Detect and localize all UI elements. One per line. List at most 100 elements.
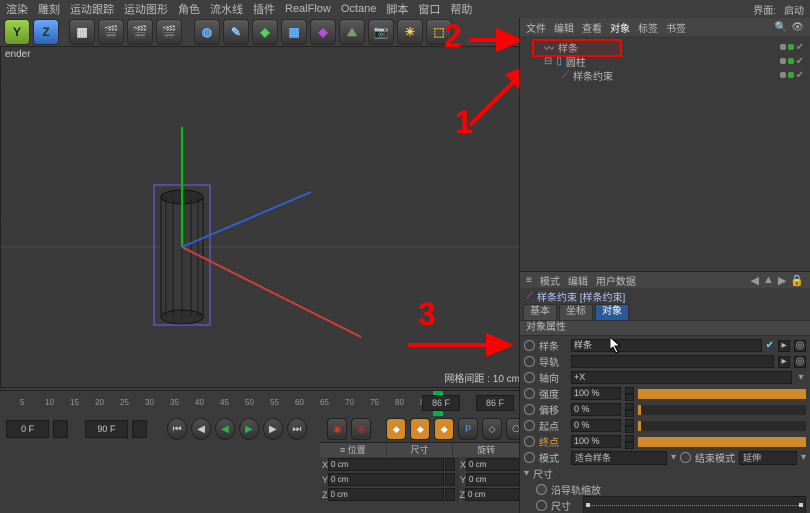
spline-pen-icon[interactable]: ✎ — [223, 19, 249, 45]
pos-x[interactable] — [328, 458, 444, 471]
rail-link-field[interactable] — [571, 355, 774, 368]
target-icon[interactable]: ◎ — [794, 340, 806, 352]
spin[interactable] — [625, 403, 634, 417]
strength-value[interactable]: 100 % — [571, 387, 621, 400]
arrow-icon[interactable]: ▸ — [778, 340, 790, 352]
lock-icon[interactable]: 🔒 — [790, 274, 804, 287]
render-settings-icon[interactable]: 🎬 — [127, 19, 153, 45]
param-enable[interactable] — [524, 340, 535, 351]
play-back-button[interactable]: ◀ — [215, 418, 235, 440]
range-start[interactable]: 0 F — [6, 420, 49, 438]
spin[interactable] — [625, 435, 634, 449]
menu-item[interactable]: 运动图形 — [124, 1, 168, 17]
menu-item[interactable]: 帮助 — [450, 1, 472, 17]
back-icon[interactable]: ◀ — [750, 274, 758, 287]
timeline[interactable]: 5 10 15 20 25 30 35 40 45 50 55 60 65 70… — [0, 390, 520, 417]
spin[interactable] — [445, 473, 455, 486]
tree-item-splineconstraint[interactable]: ⟋ 样条约束 ✔ — [526, 68, 804, 82]
tab-object[interactable]: 对象 — [595, 304, 629, 320]
menu-item[interactable]: 脚本 — [386, 1, 408, 17]
endmode-dropdown[interactable]: 延伸 — [739, 451, 797, 465]
am-menu[interactable]: 编辑 — [568, 273, 588, 288]
play-forward-button[interactable]: ▶ — [239, 418, 259, 440]
menu-item[interactable]: RealFlow — [285, 3, 331, 15]
spin[interactable] — [53, 420, 68, 438]
param-enable[interactable] — [524, 436, 535, 447]
picture-viewer-icon[interactable]: ▦ — [69, 19, 95, 45]
spline-link-field[interactable]: 样条 — [571, 339, 762, 352]
eye-icon[interactable]: 👁 — [791, 22, 804, 33]
am-menu-icon[interactable]: ≡ — [526, 275, 532, 286]
menu-item[interactable]: 渲染 — [6, 1, 28, 17]
am-menu[interactable]: 模式 — [540, 273, 560, 288]
start-slider[interactable] — [638, 421, 806, 431]
goto-start-button[interactable]: ⏮ — [167, 418, 187, 440]
array-icon[interactable]: ▦ — [281, 19, 307, 45]
om-menu[interactable]: 编辑 — [554, 20, 574, 35]
clapper-icon[interactable]: 🎬 — [156, 19, 182, 45]
param-enable[interactable] — [524, 420, 535, 431]
am-menu[interactable]: 用户数据 — [596, 273, 636, 288]
size-curve[interactable] — [583, 496, 806, 513]
axis-dropdown[interactable]: +X — [571, 371, 792, 384]
param-enable[interactable] — [524, 452, 535, 463]
tab-basic[interactable]: 基本 — [523, 304, 557, 320]
om-menu[interactable]: 查看 — [582, 20, 602, 35]
step-back-button[interactable]: ◀ — [191, 418, 211, 440]
end-slider[interactable] — [638, 437, 806, 447]
menu-item[interactable]: 雕刻 — [38, 1, 60, 17]
param-enable[interactable] — [524, 388, 535, 399]
param-enable[interactable] — [536, 500, 547, 511]
strength-slider[interactable] — [638, 389, 806, 399]
spin[interactable] — [625, 387, 634, 401]
tab-coord[interactable]: 坐标 — [559, 304, 593, 320]
autokey-button[interactable]: ◎ — [351, 418, 371, 440]
offset-slider[interactable] — [638, 405, 806, 415]
spin[interactable] — [132, 420, 147, 438]
axis-z-button[interactable]: Z — [33, 19, 59, 45]
environment-icon[interactable]: ⛰ — [339, 19, 365, 45]
key-pla-button[interactable]: ◇ — [482, 418, 502, 440]
goto-end-button[interactable]: ⏭ — [287, 418, 307, 440]
param-enable[interactable] — [680, 452, 691, 463]
disclosure-icon[interactable]: ▾ — [524, 468, 529, 479]
spin[interactable] — [445, 458, 455, 471]
layout-value[interactable]: 启动 — [784, 2, 804, 17]
pos-y[interactable] — [328, 473, 444, 486]
menu-item[interactable]: 流水线 — [210, 1, 243, 17]
param-enable[interactable] — [524, 356, 535, 367]
spin[interactable] — [625, 419, 634, 433]
menu-item[interactable]: 角色 — [178, 1, 200, 17]
om-menu[interactable]: 标签 — [638, 20, 658, 35]
target-icon[interactable]: ◎ — [794, 356, 806, 368]
key-pos-button[interactable]: ◆ — [386, 418, 406, 440]
param-enable[interactable] — [524, 372, 535, 383]
expand-icon[interactable]: ⊟ — [544, 56, 552, 67]
primitive-cube-icon[interactable]: ◍ — [194, 19, 220, 45]
fwd-icon[interactable]: ▶ — [778, 274, 786, 287]
step-forward-button[interactable]: ▶ — [263, 418, 283, 440]
deformer-icon[interactable]: ◆ — [310, 19, 336, 45]
menu-item[interactable]: Octane — [341, 3, 376, 15]
record-key-button[interactable]: ◉ — [327, 418, 347, 440]
camera-icon[interactable]: 📷 — [368, 19, 394, 45]
om-menu[interactable]: 文件 — [526, 20, 546, 35]
om-menu[interactable]: 对象 — [610, 20, 630, 35]
light-icon[interactable]: ☀ — [397, 19, 423, 45]
arrow-icon[interactable]: ▸ — [778, 356, 790, 368]
om-menu[interactable]: 书签 — [666, 20, 686, 35]
key-param-button[interactable]: P — [458, 418, 478, 440]
end-value[interactable]: 100 % — [571, 435, 621, 448]
menu-item[interactable]: 插件 — [253, 1, 275, 17]
offset-value[interactable]: 0 % — [571, 403, 621, 416]
timeline-current[interactable]: 86 F — [422, 395, 460, 411]
search-icon[interactable]: 🔍 — [775, 22, 787, 33]
menu-item[interactable]: 运动跟踪 — [70, 1, 114, 17]
spin[interactable] — [445, 488, 455, 501]
menu-item[interactable]: 窗口 — [418, 1, 440, 17]
axis-y-button[interactable]: Y — [4, 19, 30, 45]
range-end[interactable]: 90 F — [85, 420, 128, 438]
mode-dropdown[interactable]: 适合样条 — [571, 451, 667, 465]
start-value[interactable]: 0 % — [571, 419, 621, 432]
timeline-end2[interactable]: 86 F — [476, 395, 514, 411]
